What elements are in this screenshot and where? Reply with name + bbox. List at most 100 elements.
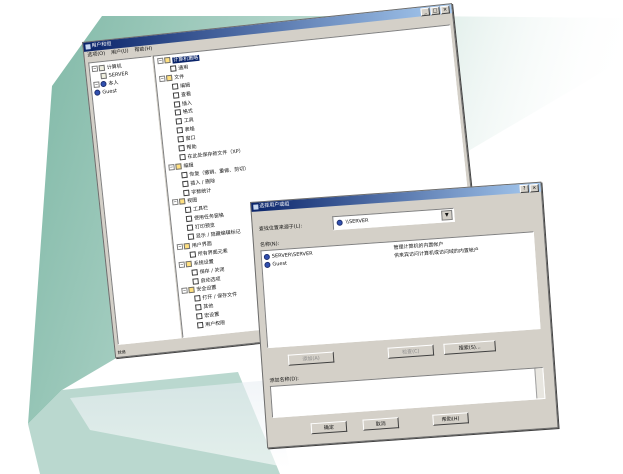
policy-tree-node[interactable]: 打开 / 保存文件 [194,291,237,302]
policy-tree-label: 宏设置 [204,311,220,320]
policy-tree-node[interactable]: 帮助 [178,144,197,152]
computer-icon [336,219,343,226]
user-icon [263,253,271,261]
policy-tree-node[interactable]: − 编辑 [168,162,194,171]
policy-item-icon [196,313,203,320]
policy-tree-node[interactable]: 插入 [173,99,192,108]
policy-tree-node[interactable]: 其他 [195,303,214,311]
ok-button[interactable]: 确定 [310,420,348,435]
guest-icon [94,89,101,96]
policy-tree-label: 工具栏 [192,205,209,214]
dialog-help-icon[interactable]: ? [519,184,530,194]
policy-item-icon [171,82,179,90]
policy-tree-node[interactable]: − 视图 [171,197,198,206]
user-icon [264,261,271,269]
policy-item-icon [181,171,188,179]
policy-item-icon [186,224,194,232]
policy-tree-label: 系统设置 [193,258,215,267]
policy-tree-label: 文件 [173,73,185,81]
expand-toggle-icon[interactable]: − [171,199,179,206]
policy-tree-label: 插入 / 删除 [190,177,216,187]
dialog-close-button[interactable]: × [529,183,539,193]
left-tree-node[interactable]: SERVER [100,70,129,80]
policy-item-icon [187,233,195,240]
policy-tree-node[interactable]: 格式 [174,108,194,117]
policy-item-icon [194,295,201,302]
policy-tree-label: 打开 / 保存文件 [202,291,238,302]
policy-tree-node[interactable]: 工具 [175,117,195,125]
names-list[interactable]: SERVER\SERVER 管理计算机的内置帐户 Guest 供来宾访问计算机或访问域… [260,231,541,349]
search-button[interactable]: 搜索(S)... [443,340,497,355]
select-users-dialog: 选择用户或组 ? × 查找位置来源于(L): \\SERVER ▼ 名称(N):… [250,181,559,449]
folder-icon [178,198,186,206]
policy-tree-label: 通用 [177,64,189,72]
added-names-label: 添加名称(D): [269,376,300,385]
policy-tree-node[interactable]: 所有界面元素 [189,248,228,258]
status-bar: 就绪 [117,349,126,355]
computer-icon [98,64,106,72]
folder-icon [188,287,195,294]
policy-item-icon [185,215,193,223]
lookin-select[interactable]: \\SERVER ▼ [332,207,455,231]
expand-toggle-icon[interactable]: − [178,261,186,268]
policy-tree-label: 计算机策略 [172,54,200,64]
add-button[interactable]: 添加(A) [287,351,335,366]
minimize-button[interactable]: _ [420,7,431,17]
expand-toggle-icon[interactable]: − [181,287,188,295]
account-name: Guest [272,260,288,268]
policy-item-icon [184,206,192,214]
expand-toggle-icon[interactable]: − [158,75,166,82]
folder-icon [185,260,193,268]
policy-tree-node[interactable]: 查看 [172,90,191,99]
folder-icon [165,74,173,82]
dialog-icon [253,204,259,210]
app-icon [85,44,91,50]
policy-tree-node[interactable]: 通用 [169,64,189,72]
policy-tree-label: 格式 [182,108,194,116]
dialog-title: 选择用户或组 [259,201,290,210]
policy-item-icon [176,127,184,134]
policy-tree-node[interactable]: − 文件 [158,73,185,82]
expand-toggle-icon[interactable]: − [168,163,175,171]
policy-item-icon [179,153,186,161]
policy-tree-node[interactable]: 字数统计 [182,187,212,196]
policy-tree-node[interactable]: 表格 [176,126,195,134]
help-button[interactable]: 帮助(H) [432,412,469,426]
policy-item-icon [182,180,189,187]
policy-tree-node[interactable]: 工具栏 [184,205,209,214]
expand-toggle-icon[interactable]: − [91,65,99,73]
policy-tree-node[interactable]: 用户权限 [196,320,226,329]
policy-tree-node[interactable]: 使用任务窗格 [185,212,224,223]
policy-tree-node[interactable]: 打印预览 [186,222,215,232]
policy-item-icon [192,277,199,285]
expand-toggle-icon[interactable]: − [93,81,100,89]
added-names-field[interactable] [269,366,546,418]
policy-tree-label: 工具 [183,117,195,125]
expand-toggle-icon[interactable]: − [157,57,164,65]
scrollbar[interactable] [534,368,545,399]
policy-tree-node[interactable]: − 计算机策略 [157,54,200,65]
left-tree-node[interactable]: Guest [94,88,117,97]
lookin-value: \\SERVER [345,217,369,226]
policy-tree-node[interactable]: 编辑 [171,82,190,90]
policy-tree-node[interactable]: 窗口 [177,135,196,143]
policy-item-icon [195,304,202,311]
policy-item-icon [169,65,177,72]
policy-tree-label: 显示 / 隐藏编辑标记 [195,228,241,240]
policy-tree-label: 视图 [186,197,198,205]
close-button[interactable]: × [440,5,451,15]
policy-tree-node[interactable]: 宏设置 [196,311,220,320]
expand-toggle-icon[interactable]: − [176,243,184,251]
check-button[interactable]: 检查(C) [387,344,435,359]
chevron-down-icon[interactable]: ▼ [441,209,453,221]
server-icon [100,72,107,80]
policy-tree-node[interactable]: 启动选项 [192,275,221,285]
cancel-button[interactable]: 取消 [362,417,400,431]
policy-item-icon [172,91,180,99]
policy-tree-label: 所有界面元素 [197,248,228,258]
left-tree-label: SERVER [108,70,129,79]
policy-tree-label: 用户权限 [204,320,226,329]
maximize-button[interactable]: □ [430,6,441,16]
left-tree-label: 本人 [108,79,119,87]
policy-item-icon [189,251,197,258]
